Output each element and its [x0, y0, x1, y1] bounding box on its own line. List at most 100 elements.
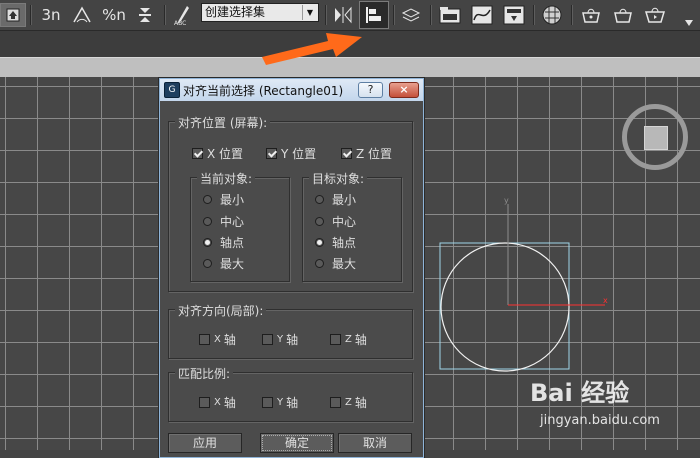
- angle-snap-icon[interactable]: [68, 3, 96, 27]
- align-icon[interactable]: [359, 1, 389, 29]
- gizmo-x-label: x: [603, 296, 608, 305]
- scale-y-prefix: Y: [277, 397, 284, 408]
- dialog-titlebar[interactable]: G 对齐当前选择 (Rectangle01) ? ×: [160, 79, 423, 101]
- chevron-down-icon[interactable]: ▼: [302, 5, 317, 20]
- material-editor-icon[interactable]: [538, 3, 566, 27]
- radio-label: 最大: [220, 257, 245, 271]
- scale-x-prefix: X: [214, 397, 221, 408]
- radio-label: 中心: [332, 215, 357, 229]
- radio-button[interactable]: [315, 259, 324, 268]
- render-production-icon[interactable]: [641, 3, 669, 27]
- scale-y-label: 轴: [286, 396, 299, 410]
- radio-button[interactable]: [315, 195, 324, 204]
- z-position-check[interactable]: [341, 148, 352, 159]
- current-object-title: 当前对象:: [197, 170, 256, 187]
- ok-button[interactable]: 确定: [260, 433, 334, 453]
- orientation-y-label: 轴: [286, 333, 299, 347]
- orientation-x-checkbox[interactable]: X 轴: [199, 331, 236, 348]
- cancel-button[interactable]: 取消: [338, 433, 412, 453]
- scene-explorer-icon[interactable]: [436, 3, 464, 27]
- dialog-title: 对齐当前选择 (Rectangle01): [183, 84, 344, 98]
- target-min-radio[interactable]: 最小: [315, 191, 356, 208]
- select-and-link-icon[interactable]: [0, 3, 26, 27]
- scale-z-prefix: Z: [345, 397, 352, 408]
- render-setup-icon[interactable]: [577, 3, 605, 27]
- scale-y-check[interactable]: [262, 397, 273, 408]
- orientation-y-prefix: Y: [277, 334, 284, 345]
- radio-button[interactable]: [203, 259, 212, 268]
- align-orientation-group: 对齐方向(局部): X 轴 Y 轴 Z 轴: [168, 302, 413, 359]
- toolbar-separator: [571, 5, 573, 25]
- x-position-check[interactable]: [192, 148, 203, 159]
- current-center-radio[interactable]: 中心: [203, 213, 244, 230]
- named-selection-set-value: 创建选择集: [205, 5, 266, 19]
- scale-x-check[interactable]: [199, 397, 210, 408]
- mirror-icon[interactable]: [330, 3, 356, 27]
- schematic-view-icon[interactable]: [500, 3, 528, 27]
- radio-button[interactable]: [203, 195, 212, 204]
- orientation-x-check[interactable]: [199, 334, 210, 345]
- toolbar-separator: [533, 5, 535, 25]
- help-button[interactable]: ?: [358, 82, 383, 98]
- target-center-radio[interactable]: 中心: [315, 213, 356, 230]
- rendered-frame-window-icon[interactable]: [609, 3, 637, 27]
- radio-label: 最大: [332, 257, 357, 271]
- target-pivot-radio[interactable]: 轴点: [315, 234, 356, 251]
- radio-label: 轴点: [220, 236, 245, 250]
- radio-button-selected[interactable]: [203, 238, 212, 247]
- watermark-url: jingyan.baidu.com: [540, 413, 660, 428]
- named-selection-set-dropdown[interactable]: 创建选择集 ▼: [201, 3, 319, 22]
- orientation-z-checkbox[interactable]: Z 轴: [330, 331, 367, 348]
- scale-z-checkbox[interactable]: Z 轴: [330, 394, 367, 411]
- z-position-checkbox[interactable]: Z 位置: [341, 145, 392, 162]
- percent-snap-icon[interactable]: %n: [100, 3, 128, 27]
- viewcube[interactable]: [622, 104, 688, 170]
- current-object-group: 当前对象: 最小 中心 轴点 最大: [190, 170, 290, 282]
- align-position-title: 对齐位置 (屏幕):: [175, 114, 271, 131]
- align-orientation-title: 对齐方向(局部):: [175, 302, 267, 319]
- edit-named-selection-icon[interactable]: ABC: [170, 3, 196, 27]
- orange-arrow-annotation: [262, 33, 362, 65]
- align-position-group: 对齐位置 (屏幕): X 位置 Y 位置 Z 位置 当前对象: 最小 中心 轴点…: [168, 114, 413, 292]
- radio-label: 中心: [220, 215, 245, 229]
- scale-x-checkbox[interactable]: X 轴: [199, 394, 236, 411]
- toolbar-separator: [325, 5, 327, 25]
- current-min-radio[interactable]: 最小: [203, 191, 244, 208]
- radio-label: 轴点: [332, 236, 357, 250]
- scale-z-check[interactable]: [330, 397, 341, 408]
- apply-button[interactable]: 应用: [168, 433, 242, 453]
- target-object-title: 目标对象:: [309, 170, 368, 187]
- align-selection-dialog: G 对齐当前选择 (Rectangle01) ? × 对齐位置 (屏幕): X …: [159, 78, 424, 458]
- target-object-group: 目标对象: 最小 中心 轴点 最大: [302, 170, 402, 282]
- radio-label: 最小: [332, 193, 357, 207]
- curve-editor-icon[interactable]: [468, 3, 496, 27]
- toolbar-separator: [393, 5, 395, 25]
- x-position-checkbox[interactable]: X 位置: [192, 145, 243, 162]
- scale-y-checkbox[interactable]: Y 轴: [262, 394, 298, 411]
- spinner-snap-icon[interactable]: [132, 3, 158, 27]
- radio-button[interactable]: [203, 217, 212, 226]
- orientation-y-checkbox[interactable]: Y 轴: [262, 331, 298, 348]
- radio-button-selected[interactable]: [315, 238, 324, 247]
- circle-shape[interactable]: [440, 242, 570, 372]
- orientation-x-prefix: X: [214, 334, 221, 345]
- orientation-z-prefix: Z: [345, 334, 352, 345]
- snaps-toggle-label: 3n: [41, 6, 61, 24]
- toolbar-separator: [30, 5, 32, 25]
- snaps-toggle-icon[interactable]: 3n: [36, 3, 66, 27]
- close-button[interactable]: ×: [389, 82, 419, 98]
- viewcube-face[interactable]: [644, 126, 668, 150]
- scale-z-label: 轴: [354, 396, 367, 410]
- y-position-check[interactable]: [266, 148, 277, 159]
- current-pivot-radio[interactable]: 轴点: [203, 234, 244, 251]
- orientation-z-check[interactable]: [330, 334, 341, 345]
- target-max-radio[interactable]: 最大: [315, 255, 356, 272]
- current-max-radio[interactable]: 最大: [203, 255, 244, 272]
- more-tools-chevron-icon[interactable]: [680, 18, 698, 28]
- radio-button[interactable]: [315, 217, 324, 226]
- y-position-checkbox[interactable]: Y 位置: [266, 145, 316, 162]
- layer-manager-icon[interactable]: [398, 3, 424, 27]
- app-icon: G: [164, 82, 180, 98]
- orientation-y-check[interactable]: [262, 334, 273, 345]
- toolbar-separator: [430, 5, 432, 25]
